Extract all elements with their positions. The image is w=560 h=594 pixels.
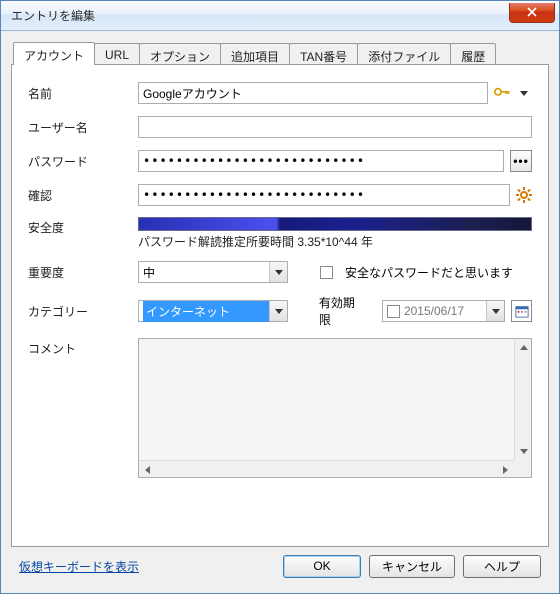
- label-comment: コメント: [28, 338, 138, 357]
- scroll-corner: [514, 460, 531, 477]
- confirm-input[interactable]: [138, 184, 510, 206]
- safe-password-checkbox[interactable]: [320, 266, 333, 279]
- label-strength: 安全度: [28, 217, 138, 236]
- row-name: 名前: [28, 81, 532, 105]
- tab-strip: アカウント URL オプション 追加項目 TAN番号 添付ファイル 履歴: [11, 41, 549, 64]
- key-icon: [494, 87, 510, 99]
- row-password: パスワード •••: [28, 149, 532, 173]
- safe-password-label: 安全なパスワードだと思います: [345, 264, 513, 281]
- client-area: アカウント URL オプション 追加項目 TAN番号 添付ファイル 履歴 名前: [1, 31, 559, 593]
- category-combo[interactable]: インターネット: [138, 300, 288, 322]
- gear-icon[interactable]: [516, 187, 532, 203]
- row-confirm: 確認: [28, 183, 532, 207]
- label-expiry: 有効期限: [319, 294, 364, 328]
- scrollbar-horizontal[interactable]: [139, 460, 514, 477]
- scroll-left-icon[interactable]: [139, 461, 156, 478]
- scrollbar-vertical[interactable]: [514, 339, 531, 460]
- cancel-button[interactable]: キャンセル: [369, 555, 455, 578]
- password-input[interactable]: [138, 150, 504, 172]
- label-password: パスワード: [28, 153, 138, 170]
- strength-text: パスワード解読推定所要時間 3.35*10^44 年: [138, 233, 532, 250]
- tab-additional[interactable]: 追加項目: [220, 43, 290, 64]
- label-username: ユーザー名: [28, 119, 138, 136]
- label-confirm: 確認: [28, 187, 138, 204]
- close-icon: [527, 7, 537, 17]
- close-button[interactable]: [509, 3, 555, 23]
- chevron-down-icon: [269, 301, 287, 321]
- tab-panel-account: 名前 ユーザー名 パスワード: [11, 64, 549, 547]
- expiry-date-input[interactable]: 2015/06/17: [382, 300, 505, 322]
- name-input[interactable]: [138, 82, 488, 104]
- dialog-footer: 仮想キーボードを表示 OK キャンセル ヘルプ: [11, 547, 549, 585]
- tab-tan[interactable]: TAN番号: [289, 43, 358, 64]
- row-strength: 安全度 パスワード解読推定所要時間 3.35*10^44 年: [28, 217, 532, 250]
- titlebar: エントリを編集: [1, 1, 559, 31]
- comment-textarea[interactable]: [138, 338, 532, 478]
- chevron-down-icon: [486, 301, 504, 321]
- scroll-down-icon[interactable]: [515, 443, 532, 460]
- window-title: エントリを編集: [11, 7, 509, 24]
- virtual-keyboard-link[interactable]: 仮想キーボードを表示: [19, 558, 139, 575]
- tab-url[interactable]: URL: [94, 43, 140, 64]
- calendar-button[interactable]: [511, 300, 532, 322]
- label-category: カテゴリー: [28, 303, 138, 320]
- chevron-down-icon: [269, 262, 287, 282]
- row-category: カテゴリー インターネット 有効期限 2015/06/17: [28, 294, 532, 328]
- row-comment: コメント: [28, 338, 532, 536]
- name-dropdown-icon[interactable]: [520, 91, 528, 96]
- importance-combo[interactable]: 中: [138, 261, 288, 283]
- calendar-icon: [515, 304, 529, 318]
- tab-options[interactable]: オプション: [139, 43, 221, 64]
- strength-bar: [138, 217, 532, 231]
- tab-attachments[interactable]: 添付ファイル: [357, 43, 451, 64]
- scroll-up-icon[interactable]: [515, 339, 532, 356]
- help-button[interactable]: ヘルプ: [463, 555, 541, 578]
- row-importance: 重要度 中 安全なパスワードだと思います: [28, 260, 532, 284]
- label-name: 名前: [28, 85, 138, 102]
- ok-button[interactable]: OK: [283, 555, 361, 578]
- tab-history[interactable]: 履歴: [450, 43, 496, 64]
- scroll-right-icon[interactable]: [497, 461, 514, 478]
- reveal-password-button[interactable]: •••: [510, 150, 532, 172]
- username-input[interactable]: [138, 116, 532, 138]
- edit-entry-dialog: エントリを編集 アカウント URL オプション 追加項目 TAN番号 添付ファイ…: [0, 0, 560, 594]
- row-username: ユーザー名: [28, 115, 532, 139]
- label-importance: 重要度: [28, 264, 138, 281]
- tab-account[interactable]: アカウント: [13, 42, 95, 65]
- expiry-checkbox[interactable]: [387, 305, 400, 318]
